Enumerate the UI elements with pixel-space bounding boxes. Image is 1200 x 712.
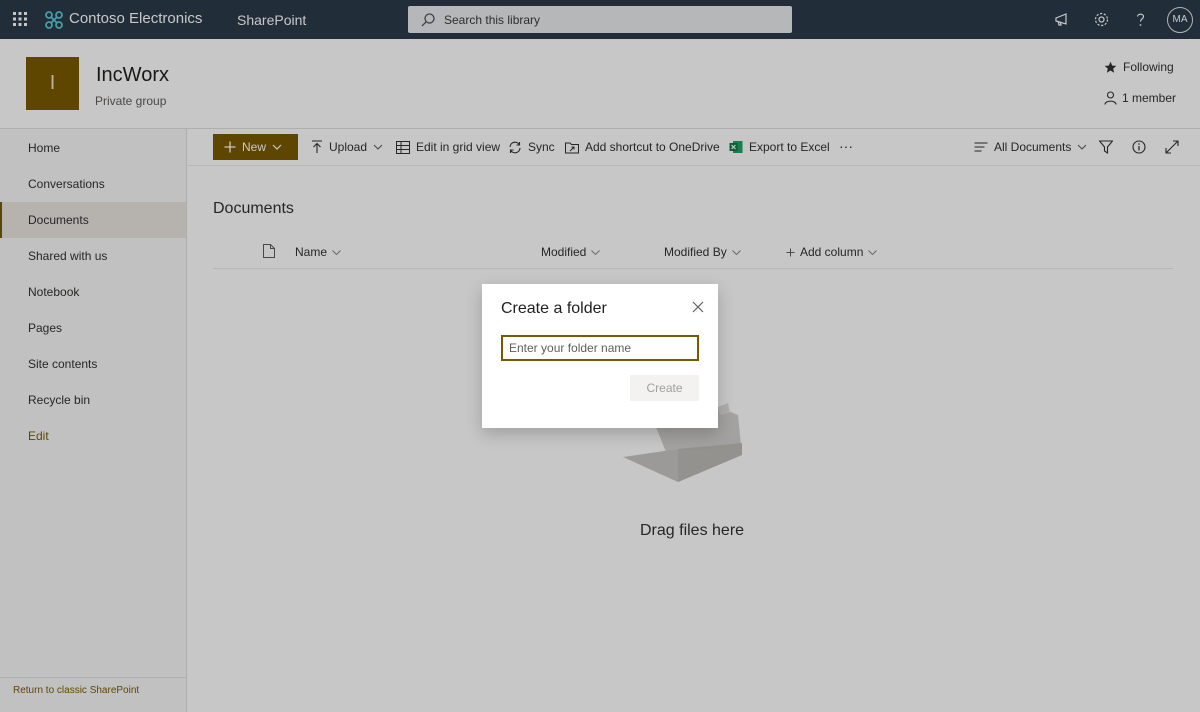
close-icon[interactable] bbox=[691, 300, 705, 314]
folder-name-input[interactable] bbox=[501, 335, 699, 361]
dialog-title: Create a folder bbox=[501, 300, 607, 317]
create-folder-dialog: Create a folder Create bbox=[482, 284, 718, 428]
create-button[interactable]: Create bbox=[630, 375, 699, 401]
